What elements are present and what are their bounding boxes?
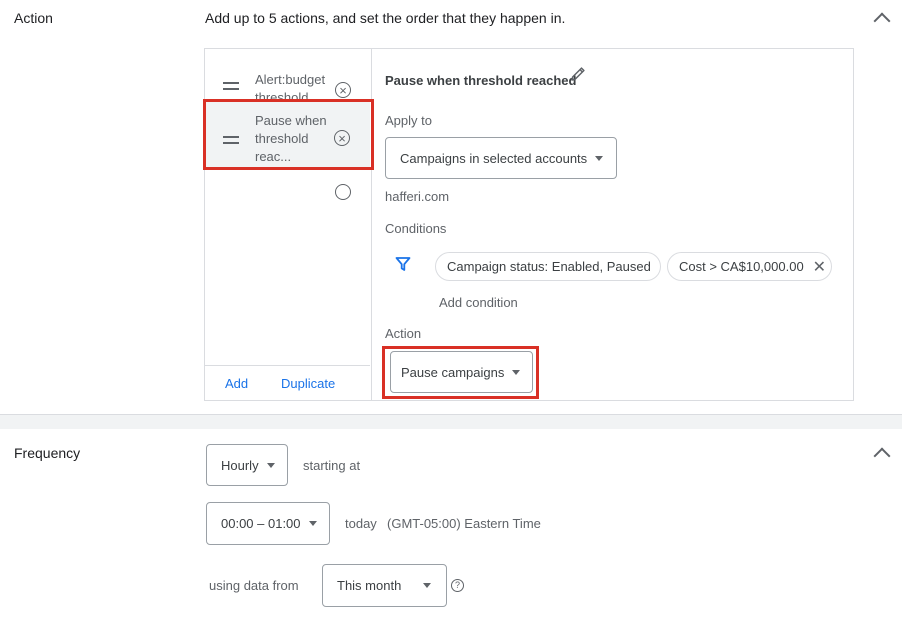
section-divider — [0, 414, 902, 429]
data-range-dropdown[interactable]: This month — [322, 564, 447, 607]
add-condition-button[interactable]: Add condition — [439, 295, 518, 310]
data-range-value: This month — [337, 578, 402, 593]
remove-circle-icon[interactable]: × — [334, 130, 350, 146]
collapse-action-chevron-up-icon[interactable] — [873, 12, 891, 30]
condition-chip-label: Cost > CA$10,000.00 — [679, 259, 804, 274]
action-field-label: Action — [385, 326, 422, 341]
interval-dropdown[interactable]: Hourly — [206, 444, 288, 486]
action-section-description: Add up to 5 actions, and set the order t… — [205, 10, 566, 26]
timezone-label: (GMT-05:00) Eastern Time — [387, 516, 541, 531]
conditions-label: Conditions — [385, 221, 447, 236]
edit-title-pencil-icon[interactable] — [569, 65, 587, 88]
close-icon[interactable]: ✕ — [813, 257, 826, 277]
remove-circle-icon[interactable]: × — [335, 82, 351, 98]
account-name: hafferi.com — [385, 189, 450, 204]
filter-icon[interactable] — [395, 256, 411, 277]
action-detail-title: Pause when threshold reached — [385, 73, 577, 88]
duplicate-action-button[interactable]: Duplicate — [281, 376, 335, 391]
dropdown-caret-icon — [266, 462, 275, 468]
add-action-button[interactable]: Add — [225, 376, 248, 391]
time-value: 00:00 – 01:00 — [221, 516, 301, 531]
apply-to-label: Apply to — [385, 113, 432, 128]
action-list-item[interactable]: Alert:budget threshold × — [205, 57, 370, 105]
help-icon[interactable]: ? — [451, 579, 464, 592]
list-footer-divider — [205, 365, 370, 366]
condition-chip-label: Campaign status: Enabled, Paused — [447, 259, 651, 274]
highlight-action-dropdown — [382, 346, 539, 399]
time-dropdown[interactable]: 00:00 – 01:00 — [206, 502, 330, 545]
action-section-label: Action — [14, 10, 53, 26]
condition-chip-cost[interactable]: Cost > CA$10,000.00 ✕ — [667, 252, 832, 281]
starting-at-label: starting at — [303, 458, 361, 473]
collapse-frequency-chevron-up-icon[interactable] — [873, 447, 891, 465]
condition-chip-status[interactable]: Campaign status: Enabled, Paused — [435, 252, 661, 281]
dropdown-caret-icon — [595, 155, 604, 161]
drag-handle-icon[interactable] — [223, 82, 239, 90]
using-data-label: using data from — [209, 578, 299, 593]
today-label: today — [345, 516, 377, 531]
frequency-section-label: Frequency — [14, 445, 81, 461]
dropdown-caret-icon — [308, 521, 317, 526]
apply-to-value: Campaigns in selected accounts — [400, 150, 588, 166]
apply-to-dropdown[interactable]: Campaigns in selected accounts — [385, 137, 617, 179]
dropdown-caret-icon — [423, 583, 432, 588]
remove-circle-icon[interactable] — [335, 184, 351, 200]
interval-value: Hourly — [221, 457, 259, 473]
